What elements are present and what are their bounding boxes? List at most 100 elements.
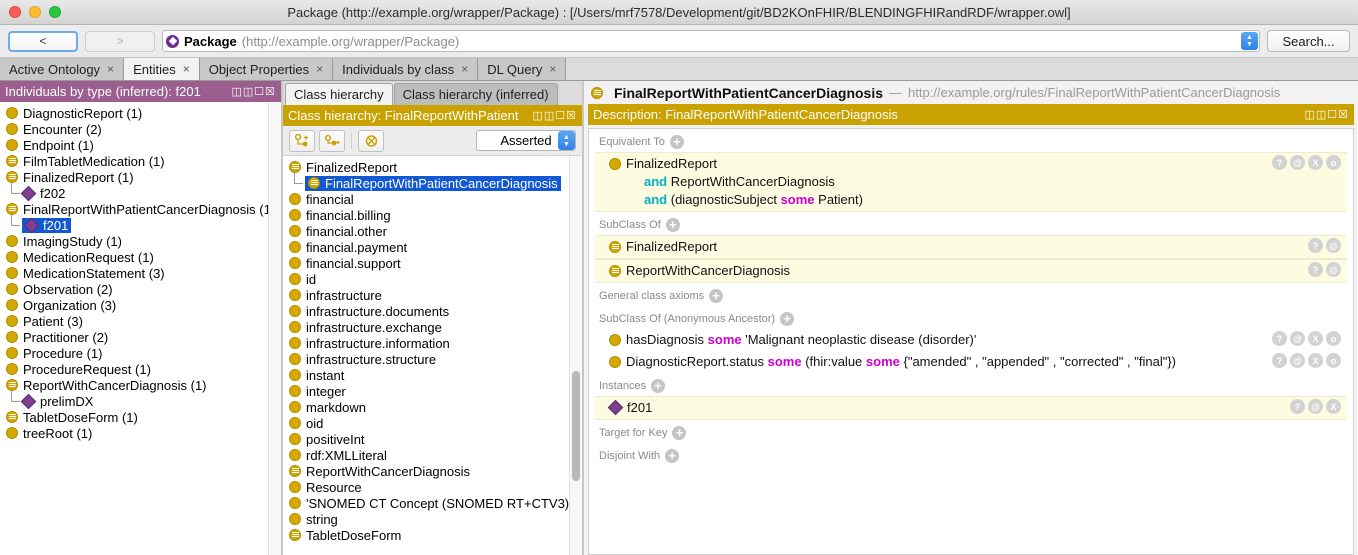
tree-item[interactable]: Procedure (1) [0, 345, 281, 361]
entity-iri-field[interactable]: Package (http://example.org/wrapper/Pack… [162, 30, 1260, 52]
tree-item[interactable]: DiagnosticReport (1) [0, 105, 281, 121]
delete-icon[interactable]: X [1308, 331, 1323, 346]
edit-icon[interactable]: o [1326, 353, 1341, 368]
add-general-class-axioms-button[interactable]: + [709, 289, 724, 303]
tree-item[interactable]: FinalReportWithPatientCancerDiagnosis [283, 172, 582, 191]
close-window-button[interactable] [9, 6, 21, 18]
axiom-row[interactable]: ReportWithCancerDiagnosis? @ [595, 259, 1347, 283]
tree-item[interactable]: Encounter (2) [0, 121, 281, 137]
reasoner-mode-select[interactable]: Asserted ▲ ▼ [476, 130, 576, 151]
axiom-row[interactable]: DiagnosticReport.status some (fhir:value… [595, 351, 1347, 373]
help-icon[interactable]: ? [1272, 353, 1287, 368]
tree-item[interactable]: markdown [283, 399, 582, 415]
tree-item[interactable]: Patient (3) [0, 313, 281, 329]
close-tab-icon[interactable]: × [461, 62, 468, 76]
help-icon[interactable]: ? [1308, 262, 1323, 277]
entity-stepper-icon[interactable]: ▲ ▼ [1241, 32, 1258, 50]
help-icon[interactable]: ? [1272, 155, 1287, 170]
tree-item[interactable]: financial [283, 191, 582, 207]
inner-tab-class-hierarchy[interactable]: Class hierarchy [285, 83, 393, 105]
close-tab-icon[interactable]: × [107, 62, 114, 76]
tree-item[interactable]: Organization (3) [0, 297, 281, 313]
add-subclass-button[interactable] [289, 129, 315, 152]
inner-tab-class-hierarchy-inferred-[interactable]: Class hierarchy (inferred) [393, 83, 558, 105]
close-tab-icon[interactable]: × [549, 62, 556, 76]
tree-item[interactable]: ImagingStudy (1) [0, 233, 281, 249]
minimize-window-button[interactable] [29, 6, 41, 18]
tree-item[interactable]: ReportWithCancerDiagnosis [283, 463, 582, 479]
edit-icon[interactable]: o [1326, 155, 1341, 170]
maximize-window-button[interactable] [49, 6, 61, 18]
tree-item[interactable]: financial.other [283, 223, 582, 239]
add-target-for-key-button[interactable]: + [672, 426, 687, 440]
tree-item[interactable]: infrastructure.documents [283, 303, 582, 319]
search-button[interactable]: Search... [1267, 30, 1350, 52]
panel-window-buttons[interactable]: ◫◫☐☒ [1304, 108, 1349, 121]
tree-item[interactable]: TabletDoseForm (1) [0, 409, 281, 425]
individuals-tree[interactable]: DiagnosticReport (1) Encounter (2) Endpoin… [0, 102, 281, 555]
tree-item[interactable]: TabletDoseForm [283, 527, 582, 543]
tree-item[interactable]: string [283, 511, 582, 527]
tree-item[interactable]: financial.billing [283, 207, 582, 223]
panel-window-buttons[interactable]: ◫◫☐☒ [532, 109, 577, 122]
tree-item[interactable]: FinalizedReport (1) [0, 169, 281, 185]
tree-item[interactable]: FinalizedReport [283, 159, 582, 175]
back-button[interactable]: < [8, 30, 78, 52]
tree-item[interactable]: f202 [0, 182, 281, 201]
delete-icon[interactable]: X [1326, 399, 1341, 414]
delete-icon[interactable]: X [1308, 155, 1323, 170]
tab-entities[interactable]: Entities × [124, 58, 200, 80]
tree-item[interactable]: treeRoot (1) [0, 425, 281, 441]
tree-item[interactable]: MedicationRequest (1) [0, 249, 281, 265]
axiom-row[interactable]: f201? @ X [595, 396, 1347, 420]
delete-icon[interactable]: X [1308, 353, 1323, 368]
class-hierarchy-tree[interactable]: FinalizedReport FinalReportWithPatientCan… [283, 156, 582, 555]
add-sibling-class-button[interactable] [319, 129, 345, 152]
tree-item[interactable]: f201 [0, 214, 281, 233]
tree-item[interactable]: infrastructure.exchange [283, 319, 582, 335]
tab-object-properties[interactable]: Object Properties × [199, 58, 334, 80]
edit-icon[interactable]: o [1326, 331, 1341, 346]
tree-item[interactable]: financial.payment [283, 239, 582, 255]
annotate-icon[interactable]: @ [1290, 155, 1305, 170]
tree-item[interactable]: infrastructure.structure [283, 351, 582, 367]
annotate-icon[interactable]: @ [1308, 399, 1323, 414]
tree-item[interactable]: FinalReportWithPatientCancerDiagnosis (1 [0, 201, 281, 217]
tree-item[interactable]: instant [283, 367, 582, 383]
class-hierarchy-scrollbar-thumb[interactable] [572, 371, 580, 481]
annotate-icon[interactable]: @ [1326, 238, 1341, 253]
close-tab-icon[interactable]: × [183, 62, 190, 76]
class-hierarchy-scrollbar-track[interactable] [569, 156, 582, 555]
add-disjoint-with-button[interactable]: + [665, 449, 680, 463]
delete-class-button[interactable] [358, 129, 384, 152]
tree-item[interactable]: Observation (2) [0, 281, 281, 297]
close-tab-icon[interactable]: × [316, 62, 323, 76]
tree-item[interactable]: rdf:XMLLiteral [283, 447, 582, 463]
tree-item[interactable]: positiveInt [283, 431, 582, 447]
add-subclass-anon-button[interactable]: + [780, 312, 795, 326]
tree-item[interactable]: ProcedureRequest (1) [0, 361, 281, 377]
annotate-icon[interactable]: @ [1326, 262, 1341, 277]
tree-item[interactable]: MedicationStatement (3) [0, 265, 281, 281]
tree-item[interactable]: 'SNOMED CT Concept (SNOMED RT+CTV3)' [283, 495, 582, 511]
tree-item[interactable]: infrastructure [283, 287, 582, 303]
help-icon[interactable]: ? [1308, 238, 1323, 253]
tree-item[interactable]: id [283, 271, 582, 287]
panel-window-buttons[interactable]: ◫◫☐☒ [231, 85, 276, 98]
tree-item[interactable]: Endpoint (1) [0, 137, 281, 153]
help-icon[interactable]: ? [1290, 399, 1305, 414]
reasoner-mode-stepper-icon[interactable]: ▲ ▼ [558, 131, 575, 150]
annotate-icon[interactable]: @ [1290, 331, 1305, 346]
add-equivalent-to-button[interactable]: + [669, 135, 684, 149]
annotate-icon[interactable]: @ [1290, 353, 1305, 368]
axiom-row[interactable]: hasDiagnosis some 'Malignant neoplastic … [595, 329, 1347, 351]
tree-item[interactable]: infrastructure.information [283, 335, 582, 351]
tree-item[interactable]: prelimDX [0, 390, 281, 409]
tab-individuals-by-class[interactable]: Individuals by class × [333, 58, 479, 80]
forward-button[interactable]: > [85, 30, 155, 52]
tree-item[interactable]: integer [283, 383, 582, 399]
axiom-row[interactable]: FinalizedReport? @ [595, 235, 1347, 259]
add-subclass-of-button[interactable]: + [665, 218, 680, 232]
tab-active-ontology[interactable]: Active Ontology × [0, 58, 125, 80]
individuals-scrollbar-track[interactable] [268, 102, 281, 555]
